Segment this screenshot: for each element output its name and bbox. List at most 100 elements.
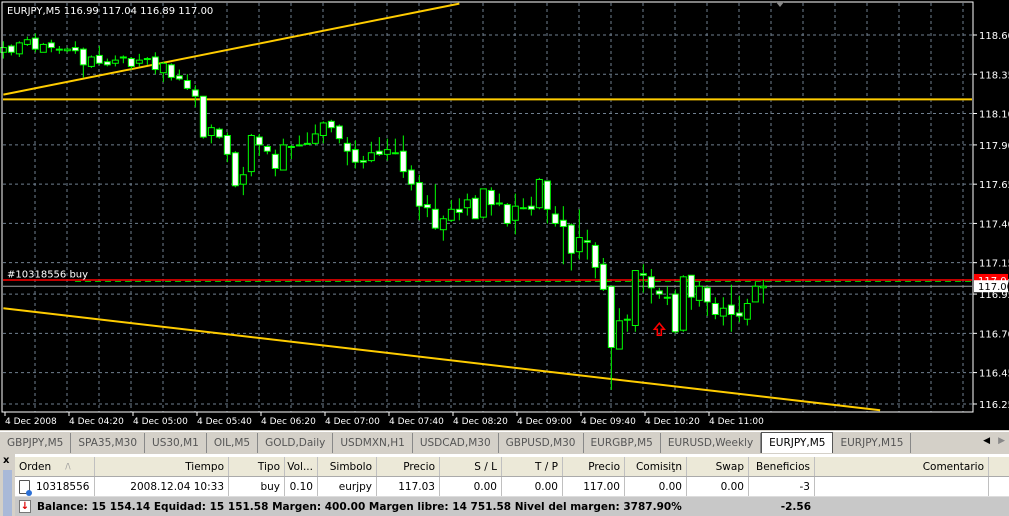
candle[interactable] xyxy=(711,297,719,320)
candle[interactable] xyxy=(391,138,399,155)
candle[interactable] xyxy=(103,58,111,67)
close-terminal-button[interactable]: x xyxy=(3,455,9,466)
candle[interactable] xyxy=(583,229,591,260)
tab-eurjpy-m5[interactable]: EURJPY,M5 xyxy=(761,432,834,453)
candle[interactable] xyxy=(615,308,623,350)
column-header-12[interactable]: Comentario xyxy=(815,457,989,476)
candle[interactable] xyxy=(735,295,743,323)
tab-usdmxn-h1[interactable]: USDMXN,H1 xyxy=(333,433,413,453)
tab-gbpjpy-m5[interactable]: GBPJPY,M5 xyxy=(0,433,72,453)
candle[interactable] xyxy=(263,144,271,155)
candle[interactable] xyxy=(167,63,175,81)
tab-usdcad-m30[interactable]: USDCAD,M30 xyxy=(413,433,499,453)
candle[interactable] xyxy=(743,298,751,326)
candle[interactable] xyxy=(551,206,559,227)
candle[interactable] xyxy=(495,193,503,207)
candle[interactable] xyxy=(319,121,327,144)
candle[interactable] xyxy=(663,286,671,306)
tab-gold-daily[interactable]: GOLD,Daily xyxy=(258,433,334,453)
candle[interactable] xyxy=(55,45,63,54)
column-header-5[interactable]: Precio xyxy=(377,457,440,476)
candle[interactable] xyxy=(751,281,759,303)
table-row[interactable]: 10318556 2008.12.04 10:33 buy 0.10 eurjp… xyxy=(15,477,1009,497)
candle[interactable] xyxy=(383,138,391,161)
candle[interactable] xyxy=(535,177,543,210)
chart-canvas[interactable]: 118.60 118.35 118.10 117.90 117.65 117.40 117.… xyxy=(0,0,1009,430)
column-header-11[interactable]: Beneficios xyxy=(749,457,815,476)
candle[interactable] xyxy=(15,41,23,57)
chart-shift-marker[interactable] xyxy=(776,2,784,7)
candle[interactable] xyxy=(479,188,487,219)
candle[interactable] xyxy=(79,47,87,78)
candle[interactable] xyxy=(703,286,711,317)
candle[interactable] xyxy=(447,199,455,222)
candle[interactable] xyxy=(247,133,255,177)
candle[interactable] xyxy=(151,52,159,75)
candle[interactable] xyxy=(175,69,183,81)
candle[interactable] xyxy=(39,42,47,53)
candle[interactable] xyxy=(487,187,495,216)
candle[interactable] xyxy=(623,314,631,332)
column-header-3[interactable]: Vol... xyxy=(285,457,318,476)
candle[interactable] xyxy=(191,85,199,108)
tab-scroll-buttons[interactable]: ◀ ▶ xyxy=(983,436,1005,446)
column-header-4[interactable]: Simbolo xyxy=(318,457,377,476)
candle[interactable] xyxy=(647,268,655,304)
candle[interactable] xyxy=(519,198,527,210)
tab-eurgbp-m5[interactable]: EURGBP,M5 xyxy=(584,433,661,453)
price-chart[interactable]: 118.60 118.35 118.10 117.90 117.65 117.40 117.… xyxy=(0,0,1009,430)
candle[interactable] xyxy=(415,174,423,221)
candle[interactable] xyxy=(215,127,223,139)
candle[interactable] xyxy=(199,95,207,139)
candle[interactable] xyxy=(255,133,263,156)
column-header-9[interactable]: Comisiţn xyxy=(625,457,687,476)
candle[interactable] xyxy=(527,196,535,216)
column-header-10[interactable]: Swap xyxy=(687,457,749,476)
candle[interactable] xyxy=(7,44,15,56)
candle[interactable] xyxy=(431,184,439,230)
trend-line[interactable] xyxy=(3,307,881,412)
candle[interactable] xyxy=(559,206,567,265)
candle[interactable] xyxy=(295,135,303,147)
column-header-6[interactable]: S / L xyxy=(440,457,502,476)
tab-us30-m1[interactable]: US30,M1 xyxy=(145,433,207,453)
candle[interactable] xyxy=(471,195,479,220)
candle[interactable] xyxy=(0,41,7,59)
candle[interactable] xyxy=(503,203,511,227)
tab-eurusd-weekly[interactable]: EURUSD,Weekly xyxy=(661,433,762,453)
candle[interactable] xyxy=(719,297,727,326)
candle[interactable] xyxy=(567,223,575,271)
candle[interactable] xyxy=(407,165,415,191)
candle[interactable] xyxy=(759,279,767,304)
candle[interactable] xyxy=(143,56,151,65)
candle[interactable] xyxy=(311,124,319,145)
candle[interactable] xyxy=(63,47,71,53)
candle[interactable] xyxy=(543,180,551,224)
candle[interactable] xyxy=(687,274,695,310)
candle[interactable] xyxy=(399,135,407,178)
scroll-right-icon[interactable]: ▶ xyxy=(998,436,1005,446)
candle[interactable] xyxy=(727,284,735,332)
candle[interactable] xyxy=(239,166,247,196)
candle[interactable] xyxy=(119,55,127,64)
candle[interactable] xyxy=(303,132,311,145)
candle[interactable] xyxy=(671,289,679,334)
tab-eurjpy-m15[interactable]: EURJPY,M15 xyxy=(833,433,912,453)
candle[interactable] xyxy=(287,144,295,160)
candle[interactable] xyxy=(207,124,215,144)
candle[interactable] xyxy=(639,264,647,293)
tab-gbpusd-m30[interactable]: GBPUSD,M30 xyxy=(499,433,584,453)
tab-oil-m5[interactable]: OIL,M5 xyxy=(207,433,259,453)
candle[interactable] xyxy=(679,275,687,332)
candle[interactable] xyxy=(159,61,167,83)
trend-line[interactable] xyxy=(3,2,460,96)
column-header-0[interactable]: Orden /\ xyxy=(15,457,95,476)
candle[interactable] xyxy=(31,33,39,53)
candle[interactable] xyxy=(359,155,367,169)
column-header-8[interactable]: Precio xyxy=(563,457,625,476)
candle[interactable] xyxy=(575,209,583,260)
candle[interactable] xyxy=(271,149,279,177)
candle[interactable] xyxy=(95,45,103,65)
candle[interactable] xyxy=(327,119,335,133)
candle[interactable] xyxy=(607,285,615,390)
